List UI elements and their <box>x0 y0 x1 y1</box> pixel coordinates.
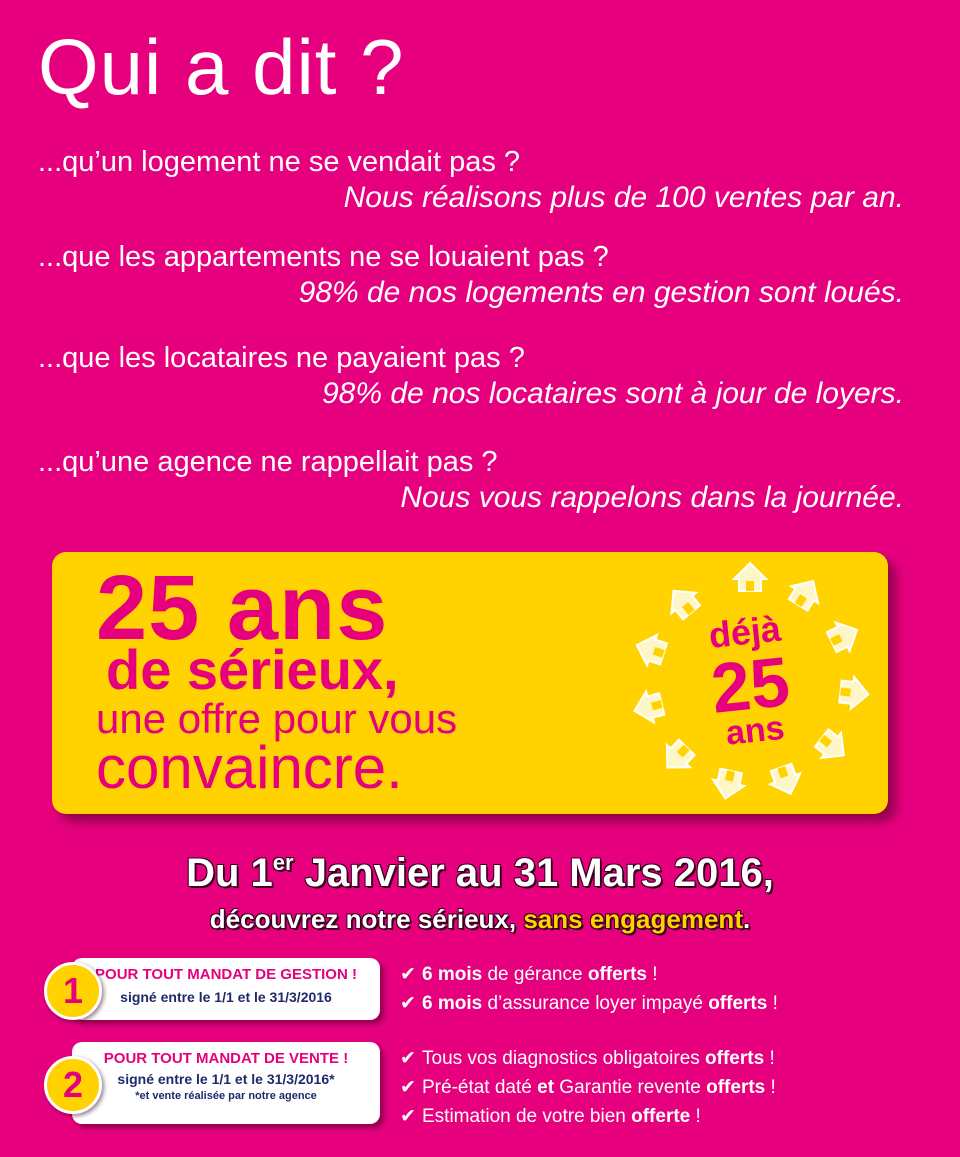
benefit-item: ✔ Estimation de votre bien offerte ! <box>400 1102 776 1131</box>
no-commitment-highlight: sans engagement <box>523 904 743 934</box>
question-3: ...que les locataires ne payaient pas ? <box>38 342 525 374</box>
answer-3: 98% de nos locataires sont à jour de loy… <box>322 377 904 410</box>
check-icon: ✔ <box>400 1077 416 1098</box>
offer-2-number-badge: 2 <box>44 1056 102 1114</box>
question-2: ...que les appartements ne se louaient p… <box>38 241 609 273</box>
qa-block-1: ...qu’un logement ne se vendait pas ? No… <box>38 144 904 216</box>
question-4: ...qu’une agence ne rappellait pas ? <box>38 446 498 478</box>
benefit-item: ✔ 6 mois de gérance offerts ! <box>400 960 778 989</box>
anniversary-badge: déjà 25 ans <box>622 554 878 810</box>
check-icon: ✔ <box>400 1048 416 1069</box>
answer-4: Nous vous rappelons dans la journée. <box>400 481 904 514</box>
offer-card-sale: POUR TOUT MANDAT DE VENTE ! signé entre … <box>72 1042 380 1124</box>
answer-1: Nous réalisons plus de 100 ventes par an… <box>343 181 904 214</box>
offer-2-dates: signé entre le 1/1 et le 31/3/2016* <box>117 1071 335 1087</box>
offer-2-title: POUR TOUT MANDAT DE VENTE ! <box>103 1050 349 1067</box>
offer-1-dates: signé entre le 1/1 et le 31/3/2016 <box>120 989 332 1005</box>
offer-subline: découvrez notre sérieux, sans engagement… <box>209 904 751 934</box>
qa-block-4: ...qu’une agence ne rappellait pas ? Nou… <box>38 444 904 516</box>
qa-block-3: ...que les locataires ne payaient pas ? … <box>38 340 904 412</box>
check-icon: ✔ <box>400 1106 416 1127</box>
answer-2: 98% de nos logements en gestion sont lou… <box>298 276 904 309</box>
offer-card-management: POUR TOUT MANDAT DE GESTION ! signé entr… <box>72 958 380 1020</box>
offer-period: Du 1er Janvier au 31 Mars 2016, <box>186 850 774 895</box>
banner-line-2: de sérieux, <box>106 638 399 701</box>
benefit-item: ✔ Pré-état daté et Garantie revente offer… <box>400 1073 776 1102</box>
benefit-item: ✔ 6 mois d’assurance loyer impayé offerts… <box>400 989 778 1018</box>
offer-1-benefits: ✔ 6 mois de gérance offerts ! ✔ 6 mois d’a… <box>400 960 778 1018</box>
qa-block-2: ...que les appartements ne se louaient p… <box>38 239 904 311</box>
benefit-item: ✔ Tous vos diagnostics obligatoires offer… <box>400 1044 776 1073</box>
check-icon: ✔ <box>400 993 416 1014</box>
question-1: ...qu’un logement ne se vendait pas ? <box>38 146 521 178</box>
offer-1-number-badge: 1 <box>44 962 102 1020</box>
check-icon: ✔ <box>400 964 416 985</box>
headline: Qui a dit ? <box>38 23 405 111</box>
offer-2-footnote: *et vente réalisée par notre agence <box>135 1090 317 1102</box>
offer-1-title: POUR TOUT MANDAT DE GESTION ! <box>95 966 357 983</box>
offer-2-benefits: ✔ Tous vos diagnostics obligatoires offer… <box>400 1044 776 1131</box>
anniversary-banner: 25 ans de sérieux, une offre pour vous c… <box>52 552 888 814</box>
banner-line-4: convaincre. <box>96 734 403 801</box>
